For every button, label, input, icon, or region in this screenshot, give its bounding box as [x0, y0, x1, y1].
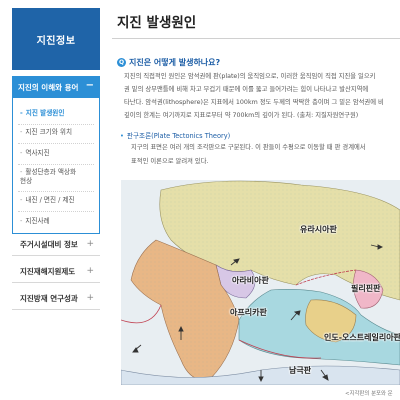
sidebar: 지진정보 지진의 이해와 용어 − - 지진 발생원인 - 지진 크기와 위치 -역…: [0, 0, 100, 400]
sidebar-section-label: 지진의 이해와 용어: [18, 82, 79, 92]
dash-icon: -: [20, 196, 23, 204]
sub-paragraph-line: 표적인 이론으로 알려져 있다.: [131, 158, 209, 165]
bullet-icon: •: [120, 132, 124, 140]
arabia-plate-label: 아라비아판: [232, 276, 269, 285]
submenu-item-label: 지진사례: [25, 217, 50, 225]
sidebar-item-research-results[interactable]: 지진방재 연구성과 +: [12, 288, 100, 310]
submenu-item-label: 역사지진: [25, 149, 50, 157]
sidebar-section-earthquake-understanding[interactable]: 지진의 이해와 용어 −: [12, 76, 100, 98]
divider: [18, 164, 94, 165]
sidebar-submenu: - 지진 발생원인 - 지진 크기와 위치 - 역사지진 - 활성단층과 액상화 현상 …: [12, 98, 100, 234]
divider: [18, 211, 94, 212]
submenu-item-active-fault-liquefaction[interactable]: - 활성단층과 액상화 현상: [20, 168, 76, 186]
expand-icon[interactable]: +: [86, 293, 94, 303]
africa-plate-label: 아프리카판: [230, 308, 267, 317]
submenu-item-seismic-design[interactable]: - 내진 / 면진 / 제진: [20, 196, 75, 205]
submenu-item-magnitude-location[interactable]: - 지진 크기와 위치: [20, 128, 72, 137]
submenu-item-label: 내진 / 면진 / 제진: [25, 196, 75, 204]
expand-icon[interactable]: +: [86, 266, 94, 276]
dash-icon: -: [20, 128, 23, 136]
sidebar-item-label: 주거시설대비 정보: [20, 240, 78, 249]
subheading-text: 판구조론(Plate Tectonics Theory): [126, 132, 231, 140]
philippine-plate-label: 필리핀판: [351, 284, 381, 293]
title-divider: [112, 38, 400, 39]
divider: [18, 143, 94, 144]
dash-icon: -: [20, 217, 23, 225]
indo-australia-plate-label: 인도-오스트레일리아판: [324, 333, 400, 342]
sidebar-item-label: 지진방재 연구성과: [20, 294, 78, 303]
submenu-item-label-continued: 현상: [20, 177, 33, 185]
submenu-item-earthquake-cause[interactable]: - 지진 발생원인: [20, 109, 64, 118]
paragraph-line: 권 밑의 상부맨틀에 비해 차고 무겁기 때문에 이를 뚫고 들어가려는 힘이 …: [124, 86, 369, 93]
sidebar-item-disaster-support[interactable]: 지진재해지원제도 +: [12, 261, 100, 283]
question-heading: Q 지진은 어떻게 발생하나요?: [117, 57, 220, 68]
paragraph-line: 깊이의 한계는 여기까지로 지표로부터 약 700km의 깊이가 된다. (출처…: [124, 112, 359, 119]
page-title: 지진 발생원인: [117, 15, 197, 31]
paragraph-line: 타난다. 암석권(lithosphere)은 지표에서 100km 정도 두께의…: [124, 99, 384, 106]
question-icon: Q: [117, 58, 126, 67]
question-text: 지진은 어떻게 발생하나요?: [129, 58, 221, 67]
map-caption: <지각판의 분포와 운: [345, 391, 393, 397]
antarctic-plate-label: 남극판: [289, 366, 312, 375]
expand-icon[interactable]: +: [86, 239, 94, 249]
eurasia-plate-label: 유라시아판: [300, 225, 337, 234]
plate-tectonics-heading: • 판구조론(Plate Tectonics Theory): [120, 130, 230, 140]
divider: [18, 124, 94, 125]
paragraph-line: 지진의 직접적인 원인은 암석권에 판(plate)의 움직임으로, 이러한 움…: [124, 73, 376, 80]
sidebar-item-label: 지진재해지원제도: [20, 267, 76, 276]
dash-icon: -: [20, 109, 23, 117]
submenu-item-earthquake-cases[interactable]: - 지진사례: [20, 217, 50, 226]
dash-icon: -: [20, 149, 23, 157]
submenu-item-label: 활성단층과 액상화: [25, 168, 77, 176]
submenu-item-label: 지진 크기와 위치: [25, 128, 73, 136]
dash-icon: -: [20, 168, 23, 176]
divider: [18, 191, 94, 192]
submenu-item-historical-earthquake[interactable]: - 역사지진: [20, 149, 50, 158]
sub-paragraph-line: 지구의 표면은 여러 개의 조각판으로 구분된다. 이 판들이 수평으로 이동할…: [131, 144, 366, 151]
sidebar-header: 지진정보: [12, 8, 100, 70]
collapse-icon[interactable]: −: [86, 80, 94, 91]
submenu-item-label: 지진 발생원인: [25, 109, 65, 117]
tectonic-plate-map: 유라시아판 아라비아판 필리핀판 아프리카판 인도-오스트레일리아판 남극판: [120, 180, 400, 386]
sidebar-item-housing-preparedness[interactable]: 주거시설대비 정보 +: [12, 234, 100, 256]
